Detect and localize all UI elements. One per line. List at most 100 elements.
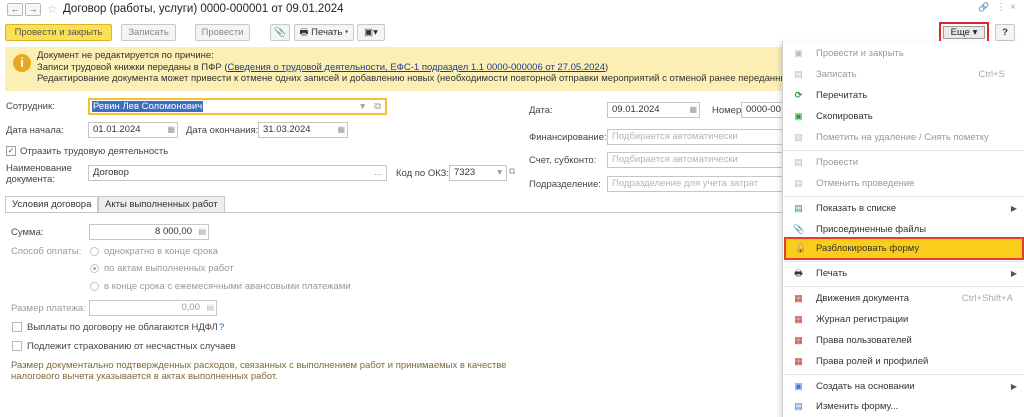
employee-field[interactable]: Ревин Лев Соломонович ▾ ⧉: [88, 98, 387, 115]
calculator-icon[interactable]: ▤: [206, 301, 214, 315]
financing-field[interactable]: Подбирается автоматически: [607, 129, 782, 145]
dropdown-icon[interactable]: ▾: [360, 100, 365, 114]
insurance-label: Подлежит страхованию от несчастных случа…: [27, 341, 236, 352]
chevron-right-icon: ▶: [1010, 269, 1017, 278]
post-button[interactable]: Провести: [195, 24, 250, 41]
payment-once-radio[interactable]: [90, 247, 99, 256]
menu-item-label: Пометить на удаление / Снять пометку: [816, 132, 989, 143]
open-icon[interactable]: ⧉: [509, 166, 515, 177]
print-label: Печать: [311, 27, 343, 38]
menu-item-label: Создать на основании: [816, 381, 915, 392]
tab-acts[interactable]: Акты выполненных работ: [98, 196, 225, 213]
date-field[interactable]: 09.01.2024 ▦: [607, 102, 700, 118]
menu-item-attached-files[interactable]: 📎 Присоединенные файлы: [783, 219, 1024, 240]
menu-item-user-rights[interactable]: ▦ Права пользователей: [783, 330, 1024, 351]
menu-item-label: Журнал регистрации: [816, 314, 909, 325]
menu-separator: [783, 150, 1024, 151]
menu-item-copy[interactable]: ▣ Скопировать: [783, 106, 1024, 127]
document-name-label-line-2: документа:: [6, 174, 55, 185]
tab-terms[interactable]: Условия договора: [5, 196, 99, 213]
menu-item-save[interactable]: ▤ Записать Ctrl+S: [783, 64, 1024, 85]
close-icon[interactable]: ×: [1010, 2, 1016, 13]
menu-item-post-close[interactable]: ▣ Провести и закрыть: [783, 43, 1024, 64]
menu-item-shortcut: Ctrl+S: [978, 69, 1005, 80]
post-and-close-button[interactable]: Провести и закрыть: [5, 24, 112, 41]
menu-item-print[interactable]: 🖶 Печать ▶: [783, 263, 1024, 284]
favorite-star-icon[interactable]: ☆: [47, 2, 58, 16]
menu-item-mark-delete[interactable]: ▧ Пометить на удаление / Снять пометку: [783, 127, 1024, 148]
account-field[interactable]: Подбирается автоматически: [607, 152, 782, 168]
edit-form-icon: ▤: [794, 401, 803, 411]
payment-once-label: однократно в конце срока: [104, 246, 218, 257]
refresh-icon: ⟳: [794, 90, 803, 100]
menu-item-label: Движения документа: [816, 293, 910, 304]
user-rights-icon: ▦: [794, 335, 803, 345]
menu-item-reread[interactable]: ⟳ Перечитать: [783, 85, 1024, 106]
attachment-button[interactable]: 📎: [270, 24, 290, 41]
insurance-checkbox[interactable]: [12, 341, 22, 351]
menu-item-role-rights[interactable]: ▦ Права ролей и профилей: [783, 351, 1024, 372]
document-name-label-line-1: Наименование: [6, 163, 72, 174]
ndfl-exempt-checkbox[interactable]: [12, 322, 22, 332]
ndfl-help-icon[interactable]: ?: [219, 322, 224, 333]
banner-line-3: Редактирование документа может привести …: [37, 73, 798, 84]
window-title: Договор (работы, услуги) 0000-000001 от …: [63, 3, 344, 15]
payment-acts-radio[interactable]: [90, 264, 99, 273]
number-field[interactable]: 0000-00: [741, 102, 782, 118]
okz-field[interactable]: 7323 ▾: [449, 165, 507, 181]
financing-label: Финансирование:: [529, 132, 607, 143]
calculator-icon[interactable]: ▤: [198, 225, 206, 239]
help-button[interactable]: ?: [995, 24, 1015, 41]
more-button[interactable]: Еще ▾: [943, 26, 985, 39]
dropdown-icon[interactable]: ▾: [497, 166, 502, 180]
division-label: Подразделение:: [529, 179, 601, 190]
ellipsis-icon[interactable]: ...: [374, 166, 382, 180]
menu-item-unlock-form[interactable]: 🔓 Разблокировать форму: [784, 237, 1024, 260]
create-based-button[interactable]: ▣▾: [357, 24, 385, 41]
menu-item-unpost[interactable]: ▤ Отменить проведение: [783, 173, 1024, 194]
post-icon: ▤: [794, 157, 803, 167]
forward-button[interactable]: →: [25, 3, 41, 16]
menu-item-label: Показать в списке: [816, 203, 897, 214]
save-icon: ▤: [794, 69, 803, 79]
calendar-icon[interactable]: ▦: [689, 103, 697, 117]
division-field[interactable]: Подразделение для учета затрат: [607, 176, 782, 192]
payment-size-label: Размер платежа:: [11, 303, 86, 314]
menu-item-show-in-list[interactable]: ▤ Показать в списке ▶: [783, 198, 1024, 219]
unpost-icon: ▤: [794, 178, 803, 188]
menu-separator: [783, 286, 1024, 287]
copy-icon: ▣: [794, 111, 803, 121]
more-vertical-icon[interactable]: ⋮: [996, 2, 1006, 13]
menu-item-shortcut: Ctrl+Shift+A: [961, 293, 1013, 304]
menu-separator: [783, 374, 1024, 375]
calendar-icon[interactable]: ▦: [337, 123, 345, 137]
menu-item-document-movements[interactable]: ▦ Движения документа Ctrl+Shift+A: [783, 288, 1024, 309]
efs1-document-link[interactable]: Сведения о трудовой деятельности, ЕФС-1 …: [228, 62, 605, 73]
menu-item-event-log[interactable]: ▦ Журнал регистрации: [783, 309, 1024, 330]
menu-item-post[interactable]: ▤ Провести: [783, 152, 1024, 173]
end-date-field[interactable]: 31.03.2024 ▦: [258, 122, 348, 138]
start-date-field[interactable]: 01.01.2024 ▦: [88, 122, 178, 138]
banner-line-2: Записи трудовой книжки переданы в ПФР (С…: [37, 62, 608, 73]
document-name-field[interactable]: Договор ...: [88, 165, 387, 181]
link-icon[interactable]: 🔗: [978, 2, 989, 13]
calendar-icon[interactable]: ▦: [167, 123, 175, 137]
okz-label: Код по ОКЗ:: [396, 168, 450, 179]
open-icon[interactable]: ⧉: [374, 100, 381, 114]
menu-item-edit-form[interactable]: ▤ Изменить форму...: [783, 396, 1024, 417]
back-button[interactable]: ←: [7, 3, 23, 16]
menu-item-create-based[interactable]: ▣ Создать на основании ▶: [783, 376, 1024, 397]
sum-value: 8 000,00: [155, 226, 192, 237]
menu-item-label: Отменить проведение: [816, 178, 915, 189]
date-label: Дата:: [529, 105, 553, 116]
payment-size-field[interactable]: 0,00 ▤: [89, 300, 217, 316]
employee-value: Ревин Лев Соломонович: [92, 101, 204, 112]
save-button[interactable]: Записать: [121, 24, 176, 41]
payment-size-value: 0,00: [181, 302, 201, 313]
sum-field[interactable]: 8 000,00 ▤: [89, 224, 209, 240]
payment-monthly-radio[interactable]: [90, 282, 99, 291]
print-button[interactable]: 🖶 Печать ▾: [294, 24, 354, 41]
document-name-value: Договор: [93, 167, 129, 178]
role-rights-icon: ▦: [794, 356, 803, 366]
reflect-activity-checkbox[interactable]: ✓: [6, 146, 16, 156]
